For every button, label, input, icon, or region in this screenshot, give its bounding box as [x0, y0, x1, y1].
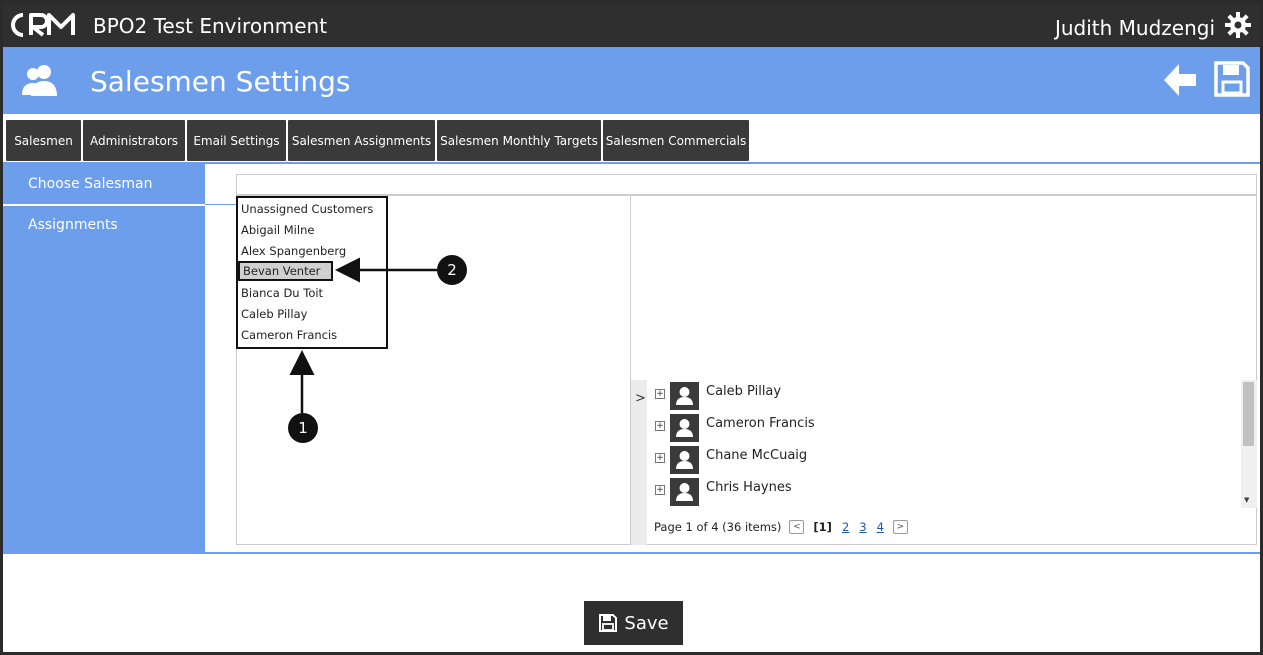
- pager-current-page: [1]: [813, 520, 832, 534]
- save-button[interactable]: Save: [584, 601, 683, 645]
- plus-icon[interactable]: +: [655, 421, 665, 431]
- user-avatar-icon: [670, 446, 699, 474]
- arrow-left-icon[interactable]: [1161, 61, 1199, 99]
- user-avatar-icon: [670, 414, 699, 442]
- pager-page-link[interactable]: 3: [859, 520, 866, 534]
- tree-row: + Caleb Pillay: [649, 380, 1241, 412]
- tree-row: + Chane McCuaig: [649, 444, 1241, 476]
- plus-icon[interactable]: +: [655, 485, 665, 495]
- section-divider: [205, 204, 237, 205]
- gear-icon[interactable]: [1224, 11, 1252, 39]
- pager-page-link[interactable]: 4: [877, 520, 884, 534]
- expand-button[interactable]: >: [635, 391, 646, 406]
- save-button-label: Save: [624, 612, 669, 634]
- tree-row-name[interactable]: Caleb Pillay: [706, 384, 781, 399]
- list-item[interactable]: Caleb Pillay: [241, 304, 307, 324]
- tab-email-settings[interactable]: Email Settings: [187, 120, 286, 161]
- list-item[interactable]: Cameron Francis: [241, 325, 337, 345]
- sidebar-item-choose-salesman[interactable]: Choose Salesman: [3, 164, 205, 204]
- salesman-dropdown[interactable]: [236, 174, 1257, 195]
- app-window: BPO2 Test Environment Judith Mudzengi Sa…: [0, 0, 1263, 655]
- callout-badge: 1: [288, 413, 318, 443]
- top-bar: BPO2 Test Environment Judith Mudzengi: [3, 3, 1260, 47]
- user-name[interactable]: Judith Mudzengi: [1055, 16, 1215, 40]
- environment-title: BPO2 Test Environment: [93, 14, 328, 38]
- sidebar-item-assignments[interactable]: Assignments: [3, 205, 205, 245]
- tab-administrators[interactable]: Administrators: [83, 120, 185, 161]
- plus-icon[interactable]: +: [655, 453, 665, 463]
- crm-logo: [11, 13, 75, 37]
- pager-summary: Page 1 of 4 (36 items): [654, 520, 782, 534]
- pager-prev-icon[interactable]: <: [789, 520, 805, 534]
- user-avatar-icon: [670, 478, 699, 506]
- tree-row: + Chris Haynes: [649, 476, 1241, 508]
- list-item[interactable]: Alex Spangenberg: [241, 241, 346, 261]
- pager: Page 1 of 4 (36 items) < [1] 2 3 4 >: [654, 518, 912, 536]
- sidebar: Choose Salesman Assignments: [3, 164, 205, 553]
- scroll-down-icon[interactable]: ▼: [1244, 496, 1249, 504]
- tree-row: + Cameron Francis: [649, 412, 1241, 444]
- list-item-selected[interactable]: Bevan Venter: [238, 261, 333, 281]
- bottom-divider: [3, 552, 1260, 554]
- tab-salesmen-commercials[interactable]: Salesmen Commercials: [603, 120, 749, 161]
- tree-row-name[interactable]: Cameron Francis: [706, 416, 815, 431]
- user-avatar-icon: [670, 382, 699, 410]
- tree-row-name[interactable]: Chane McCuaig: [706, 448, 807, 463]
- tab-salesmen-assignments[interactable]: Salesmen Assignments: [288, 120, 435, 161]
- salesman-list: Unassigned Customers Abigail Milne Alex …: [236, 196, 388, 349]
- plus-icon[interactable]: +: [655, 389, 665, 399]
- tab-salesmen-monthly-targets[interactable]: Salesmen Monthly Targets: [437, 120, 601, 161]
- assignment-tree: + Caleb Pillay + Cameron Francis + Chane…: [649, 380, 1241, 508]
- users-icon: [22, 65, 57, 96]
- tree-scrollbar[interactable]: ▼: [1241, 380, 1257, 508]
- scroll-thumb[interactable]: [1243, 382, 1254, 446]
- callout-badge: 2: [437, 255, 467, 285]
- page-header: Salesmen Settings: [3, 47, 1260, 114]
- tab-bar: Salesmen Administrators Email Settings S…: [3, 114, 1260, 164]
- tab-salesmen[interactable]: Salesmen: [6, 120, 81, 161]
- list-item[interactable]: Abigail Milne: [241, 220, 314, 240]
- page-title: Salesmen Settings: [90, 65, 351, 98]
- pager-next-icon[interactable]: >: [892, 520, 908, 534]
- tree-row-name[interactable]: Chris Haynes: [706, 480, 792, 495]
- floppy-disk-icon[interactable]: [1213, 60, 1251, 98]
- pager-page-link[interactable]: 2: [842, 520, 849, 534]
- floppy-disk-icon: [599, 614, 618, 632]
- list-item[interactable]: Bianca Du Toit: [241, 283, 323, 303]
- list-item[interactable]: Unassigned Customers: [241, 199, 373, 219]
